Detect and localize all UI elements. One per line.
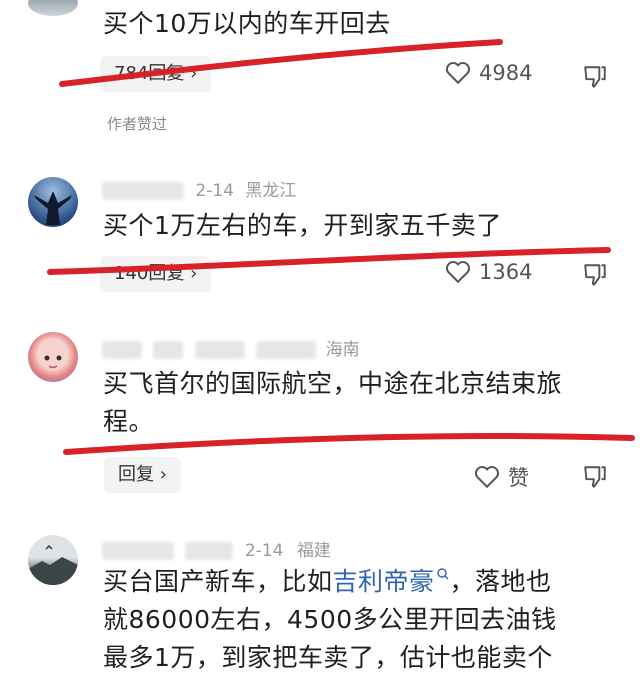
- reply-count-button[interactable]: 784回复 ›: [100, 56, 212, 92]
- dislike-button[interactable]: [582, 262, 608, 292]
- like-button[interactable]: 赞: [474, 462, 529, 492]
- comment-text: ，落地也: [449, 567, 552, 596]
- avatar-figure: [34, 191, 72, 225]
- reply-count-label: 140回复: [114, 263, 185, 284]
- chevron-right-icon: ›: [190, 63, 198, 84]
- comment-meta: 2-14 福建: [102, 536, 331, 561]
- like-count: 4984: [479, 61, 533, 85]
- keyword-link[interactable]: 吉利帝豪: [333, 567, 450, 596]
- like-count: 1364: [479, 260, 533, 284]
- redacted-username: [102, 182, 184, 200]
- keyword-link-text: 吉利帝豪: [332, 567, 435, 596]
- comment-region: 福建: [296, 541, 331, 561]
- comment-region: 海南: [325, 340, 360, 360]
- redacted-username: [185, 542, 234, 560]
- comment-date: 2-14: [244, 541, 284, 561]
- comment-content-line: 买飞首尔的国际航空，中途在北京结束旅: [103, 369, 563, 398]
- avatar-face: [44, 355, 62, 369]
- redacted-username: [194, 341, 245, 359]
- comment-meta: 海南: [102, 335, 360, 360]
- comment-content-line: 程。: [103, 407, 155, 436]
- comment-content-line: 就86000左右，4500多公里开回去油钱: [103, 605, 557, 634]
- like-button[interactable]: 4984: [445, 61, 532, 85]
- thumbs-down-icon: [584, 66, 606, 88]
- comment-meta: 2-14 黑龙江: [102, 176, 296, 201]
- dislike-button[interactable]: [582, 464, 608, 494]
- reply-count-label: 784回复: [114, 63, 185, 84]
- comment-content-line: 最多1万，到家把车卖了，估计也能卖个: [103, 643, 553, 672]
- avatar[interactable]: [28, 177, 78, 227]
- redacted-username: [102, 341, 142, 359]
- reply-label: 回复: [118, 464, 154, 485]
- heart-outline-icon: [445, 62, 471, 85]
- avatar[interactable]: [28, 332, 78, 382]
- reply-count-button[interactable]: 140回复 ›: [100, 256, 212, 292]
- comment-text: 买台国产新车，比如: [103, 567, 333, 596]
- thumbs-down-icon: [584, 466, 606, 488]
- redacted-username: [256, 341, 317, 359]
- comment-date: 2-14: [195, 181, 234, 201]
- search-icon: [436, 567, 449, 580]
- avatar-scene: [28, 544, 78, 585]
- chevron-right-icon: ›: [159, 464, 167, 485]
- reply-button[interactable]: 回复 ›: [104, 457, 181, 493]
- redacted-username: [102, 542, 174, 560]
- avatar[interactable]: [28, 535, 78, 585]
- like-label: 赞: [508, 466, 529, 490]
- comment-content: 买个1万左右的车，开到家五千卖了: [103, 211, 502, 240]
- comment-content: 买台国产新车，比如吉利帝豪 ，落地也 就86000左右，4500多公里开回去油钱 …: [103, 563, 640, 677]
- redacted-username: [153, 341, 184, 359]
- heart-outline-icon: [445, 261, 471, 284]
- heart-outline-icon: [474, 466, 500, 489]
- avatar[interactable]: [28, 0, 78, 16]
- comment-content: 买个10万以内的车开回去: [103, 9, 391, 38]
- chevron-right-icon: ›: [190, 263, 198, 284]
- comment-content-line: 买台国产新车，比如吉利帝豪 ，落地也: [103, 563, 640, 601]
- author-liked-badge: 作者赞过: [107, 115, 168, 133]
- thumbs-down-icon: [584, 264, 606, 286]
- like-button[interactable]: 1364: [445, 260, 532, 284]
- dislike-button[interactable]: [582, 64, 608, 94]
- comment-region: 黑龙江: [245, 181, 297, 201]
- comment-content: 买飞首尔的国际航空，中途在北京结束旅 程。: [103, 365, 562, 441]
